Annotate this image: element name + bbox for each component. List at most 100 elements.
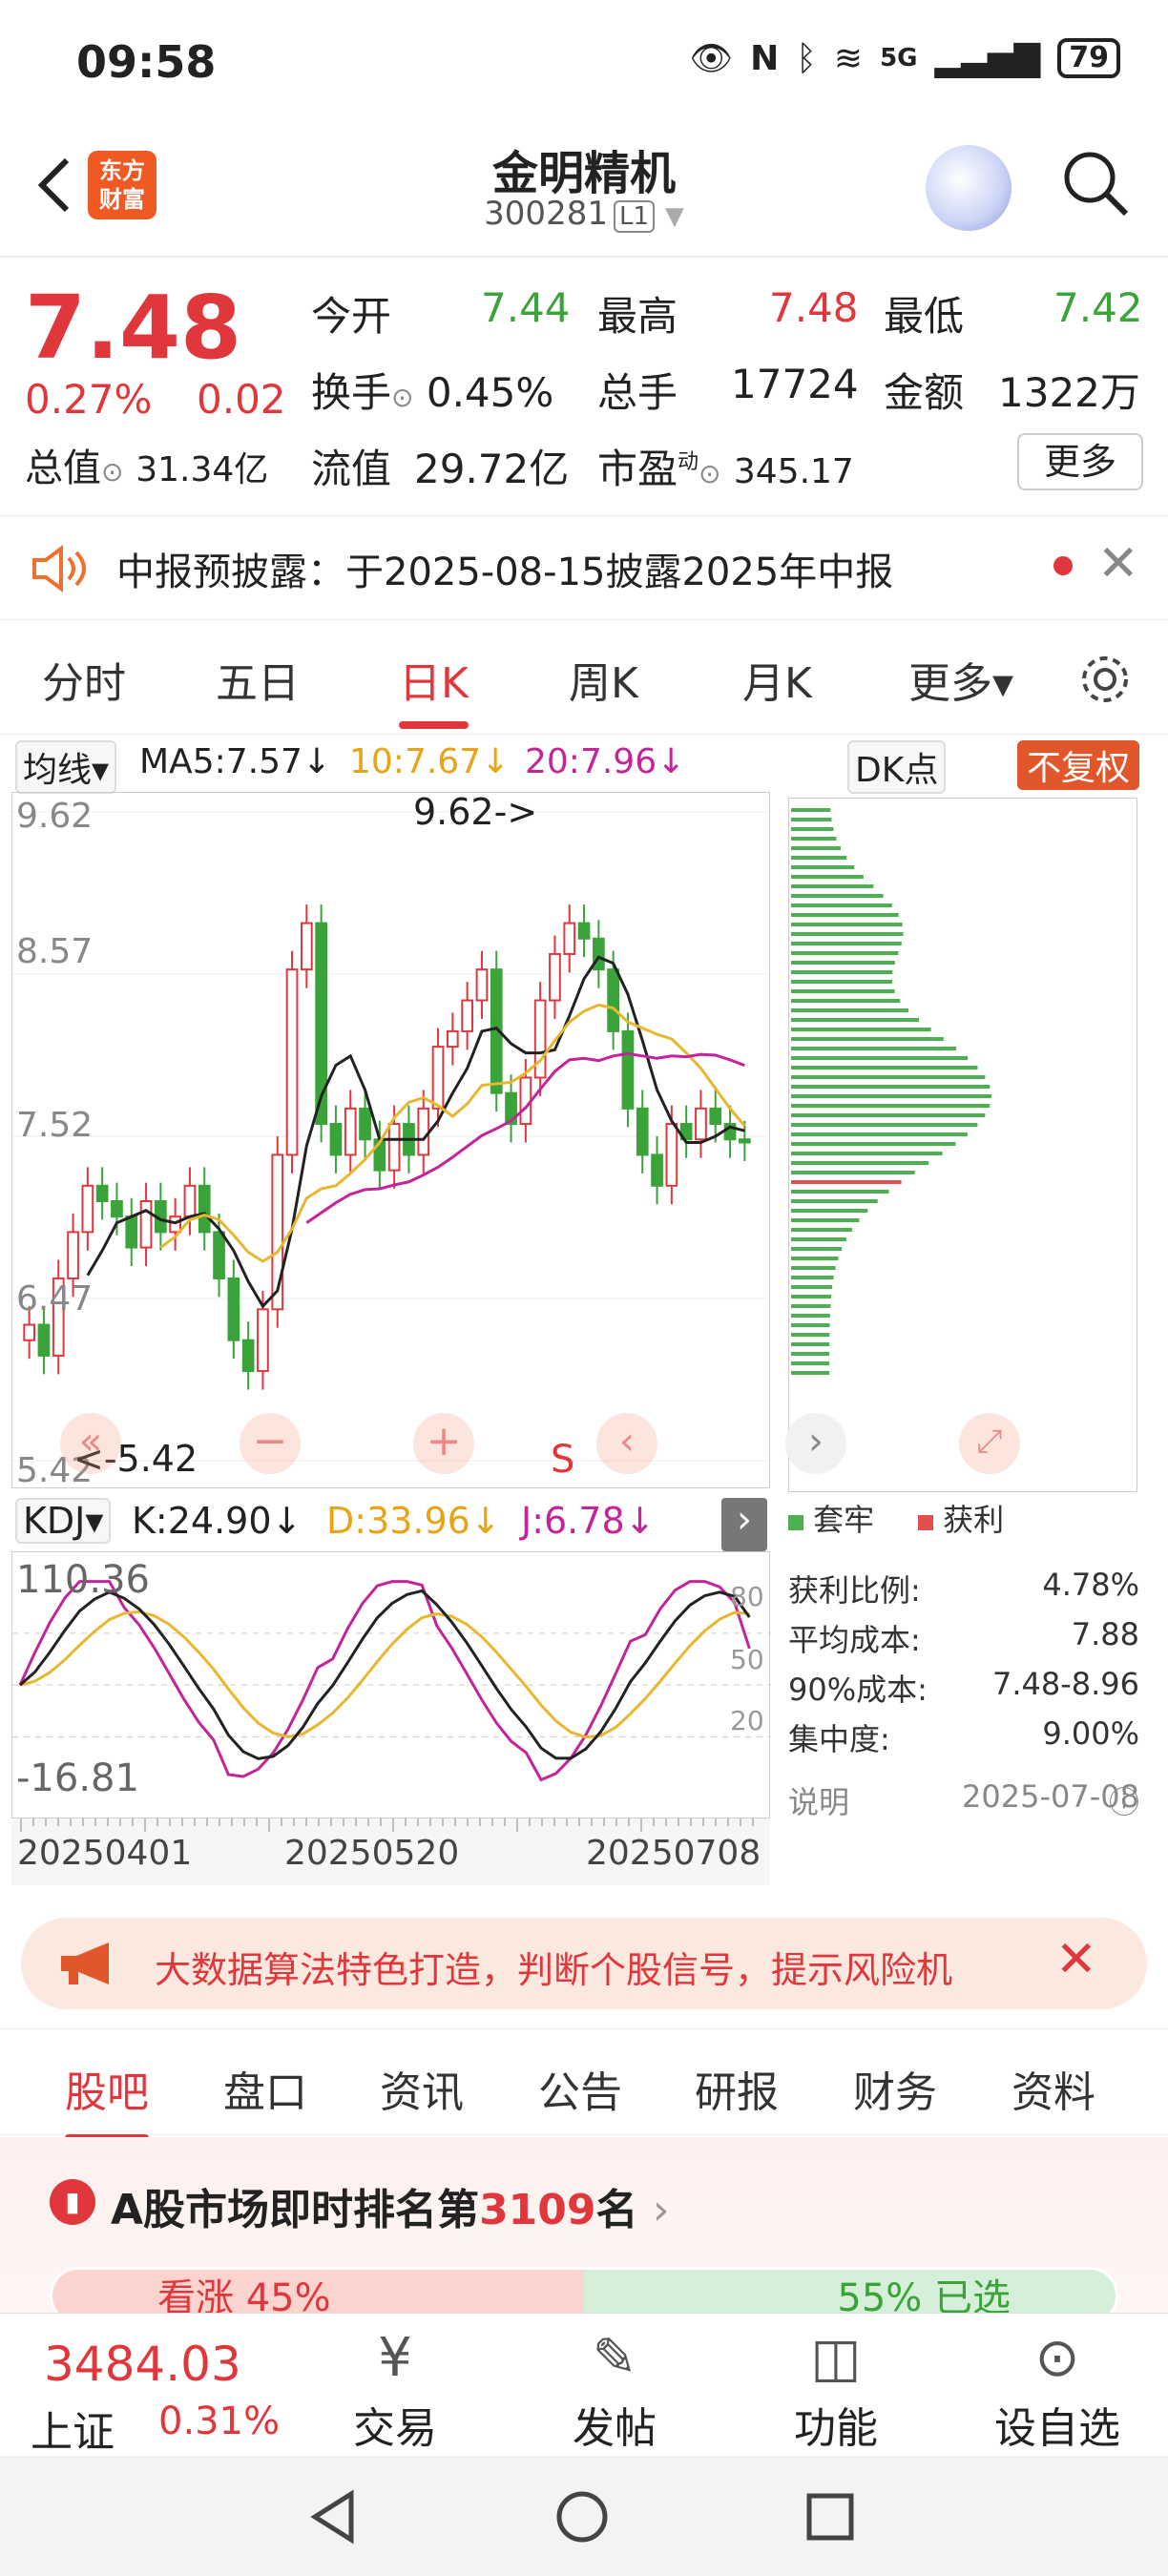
tab-finance[interactable]: 财务: [853, 2058, 937, 2119]
quote-panel: 7.48 0.27% 0.02 总值⊙ 31.34亿 今开 7.44 最高 7.…: [0, 258, 1168, 506]
chip-bar: [791, 846, 842, 850]
chevron-right-icon[interactable]: ›: [721, 1498, 767, 1551]
candle: [169, 1215, 182, 1234]
chip-bar: [791, 1352, 830, 1356]
tab-zhouk[interactable]: 周K: [569, 649, 638, 710]
chip-note-row[interactable]: 说明 ⓘ 2025-07-08: [788, 1778, 1139, 1822]
candle: [475, 968, 489, 1002]
kline-chart[interactable]: 9.62 8.57 7.52 6.47 5.42 9.62-> <-5.42 S…: [11, 791, 771, 1490]
candle: [709, 1107, 722, 1126]
chip-bar: [791, 1323, 830, 1327]
chip-row: 平均成本: 7.88: [788, 1616, 1139, 1660]
network-label: 5G: [880, 44, 918, 73]
nav-post[interactable]: ✎ 发帖: [538, 2327, 691, 2455]
chip-bar: [791, 942, 902, 945]
tab-announce[interactable]: 公告: [538, 2058, 622, 2119]
close-icon[interactable]: ✕: [1097, 535, 1139, 592]
candle: [431, 1046, 445, 1110]
tab-guba[interactable]: 股吧: [65, 2058, 149, 2142]
chip-info: 套牢 获利 获利比例: 4.78% 平均成本: 7.88 90%成本: 7.48-8.…: [788, 1494, 1141, 1838]
chip-bar: [791, 932, 904, 936]
candle: [257, 1308, 269, 1373]
pe-label: 市盈: [597, 446, 678, 492]
volume-label: 总手: [597, 369, 678, 416]
chip-row-label: 获利比例:: [788, 1572, 921, 1609]
volume-value: 17724: [731, 361, 859, 407]
change-amount: 0.02: [197, 376, 286, 423]
chip-bar: [791, 1266, 836, 1270]
scroll-left-button[interactable]: ‹: [596, 1413, 657, 1474]
chip-bar: [791, 1333, 830, 1337]
recents-square-icon[interactable]: [802, 2488, 859, 2545]
high-value: 7.48: [769, 284, 859, 331]
notice-bar[interactable]: 中报预披露：于2025-08-15披露2025年中报 ✕: [0, 515, 1168, 620]
chip-bar: [791, 1142, 956, 1146]
info-icon: ⊙: [101, 456, 124, 488]
nav-add-watchlist[interactable]: ⊙ 设自选: [981, 2327, 1134, 2455]
tab-pankou[interactable]: 盘口: [223, 2058, 307, 2119]
kdj-k: K:24.90↓: [132, 1500, 302, 1542]
candle: [636, 1107, 649, 1156]
chip-bar: [791, 1171, 915, 1174]
tab-rik[interactable]: 日K: [399, 649, 469, 729]
expand-icon[interactable]: ⤢: [959, 1413, 1020, 1474]
nav-trade[interactable]: ¥ 交易: [319, 2327, 471, 2455]
promo-banner[interactable]: 大数据算法特色打造，判断个股信号，提示风险机 ✕: [21, 1918, 1147, 2009]
chip-bar: [791, 1008, 909, 1012]
edit-icon: ✎: [592, 2327, 637, 2389]
notice-text: 中报预披露：于2025-08-15披露2025年中报: [116, 551, 894, 594]
chip-bar: [791, 1152, 943, 1155]
kdj-20-label: 20: [730, 1705, 764, 1736]
tab-profile[interactable]: 资料: [1012, 2058, 1095, 2119]
assistant-avatar[interactable]: [926, 145, 1012, 231]
bottom-nav: 3484.03 上证 0.31% ¥ 交易 ✎ 发帖 ◫ 功能 ⊙ 设自选: [0, 2313, 1168, 2457]
speaker-icon: [32, 545, 86, 592]
scroll-right-button[interactable]: ›: [785, 1413, 846, 1474]
chip-bar: [791, 980, 893, 984]
rank-card[interactable]: ▮ A股市场即时排名第3109名 › 看涨 45% 55% 已选: [0, 2137, 1168, 2324]
chip-bar: [791, 884, 874, 888]
ma-selector[interactable]: 均线▾: [15, 740, 117, 794]
search-button[interactable]: [1059, 147, 1132, 219]
chip-row-value: 9.00%: [1042, 1715, 1139, 1752]
fq-button[interactable]: 不复权: [1017, 740, 1140, 790]
zoom-out-button[interactable]: −: [240, 1413, 301, 1474]
tab-more[interactable]: 更多▾: [908, 649, 1013, 710]
tab-yuek[interactable]: 月K: [742, 649, 812, 710]
chip-row-value: 4.78%: [1042, 1567, 1139, 1603]
close-icon[interactable]: ✕: [1055, 1931, 1097, 1988]
nav-functions[interactable]: ◫ 功能: [760, 2327, 912, 2455]
open-label: 今开: [311, 293, 392, 340]
ma-legend: 均线▾ MA5:7.57↓ 10:7.67↓ 20:7.96↓ DK点 不复权: [0, 737, 1168, 794]
chip-row-value: 7.88: [1071, 1616, 1139, 1652]
info-tabs: 股吧 盘口 资讯 公告 研报 财务 资料: [0, 2028, 1168, 2142]
tab-wuri[interactable]: 五日: [216, 649, 300, 710]
candle: [198, 1184, 211, 1234]
chevron-right-icon: ›: [652, 2186, 670, 2234]
unread-dot: [1053, 556, 1073, 575]
search-icon: [1064, 152, 1129, 217]
float-label: 流值: [311, 446, 392, 492]
chip-bar: [791, 1085, 991, 1089]
chip-bar: [791, 1132, 968, 1136]
zoom-in-button[interactable]: +: [413, 1413, 474, 1474]
kdj-selector[interactable]: KDJ▾: [15, 1498, 112, 1544]
open-value: 7.44: [481, 284, 571, 331]
dk-selector[interactable]: DK点: [847, 740, 947, 794]
info-icon: ⊙: [391, 382, 414, 413]
chip-bar: [791, 1209, 868, 1213]
rank-title-a: A股市场即时排名第: [111, 2186, 480, 2234]
gear-icon[interactable]: [1076, 651, 1134, 708]
candle: [125, 1215, 138, 1249]
home-circle-icon[interactable]: [553, 2488, 611, 2545]
candle: [417, 1107, 430, 1156]
nfc-icon: N: [750, 38, 780, 78]
more-button[interactable]: 更多: [1017, 433, 1143, 490]
back-triangle-icon[interactable]: [305, 2488, 363, 2545]
tab-news[interactable]: 资讯: [380, 2058, 464, 2119]
kdj-chart[interactable]: 110.36 -16.81 80 50 20: [11, 1551, 771, 1818]
level-badge: L1: [613, 200, 655, 233]
scroll-left-fast-button[interactable]: «: [60, 1413, 121, 1474]
tab-fenshi[interactable]: 分时: [42, 649, 126, 710]
tab-research[interactable]: 研报: [695, 2058, 779, 2119]
